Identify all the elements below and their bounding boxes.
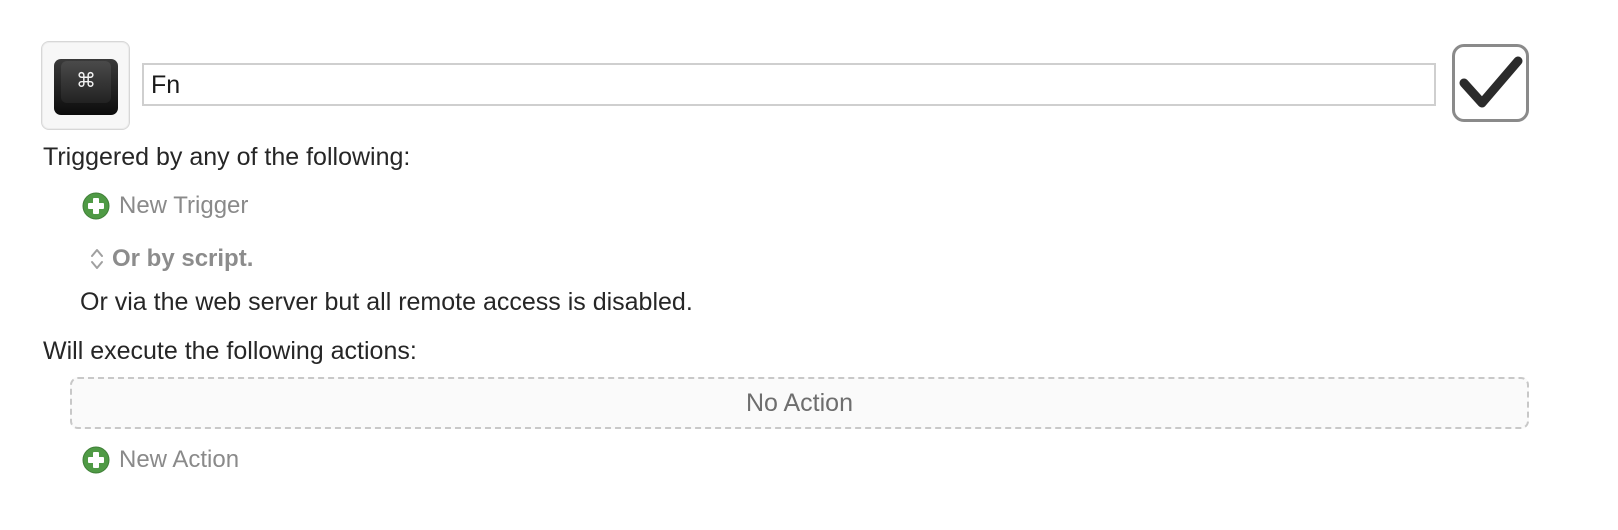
disclosure-updown-icon bbox=[91, 249, 103, 269]
new-action-button[interactable]: New Action bbox=[82, 446, 239, 474]
add-circle-icon bbox=[82, 446, 110, 474]
no-action-label: No Action bbox=[745, 388, 853, 417]
triggers-heading: Triggered by any of the following: bbox=[43, 143, 411, 171]
macro-editor: ⌘ Triggered by any of the following: New… bbox=[0, 0, 1618, 530]
svg-text:⌘: ⌘ bbox=[76, 68, 96, 92]
checkmark-icon bbox=[1459, 56, 1522, 108]
macro-icon-well[interactable]: ⌘ bbox=[41, 41, 130, 130]
or-by-script-label: Or by script. bbox=[112, 245, 254, 272]
add-circle-icon bbox=[82, 192, 110, 220]
new-trigger-button[interactable]: New Trigger bbox=[82, 192, 248, 220]
actions-heading: Will execute the following actions: bbox=[43, 337, 417, 365]
macro-enabled-checkbox[interactable] bbox=[1452, 44, 1529, 122]
web-server-note: Or via the web server but all remote acc… bbox=[80, 288, 693, 316]
new-trigger-label: New Trigger bbox=[119, 192, 249, 219]
command-keycap-icon: ⌘ bbox=[53, 58, 118, 115]
actions-drop-area[interactable]: No Action bbox=[70, 377, 1529, 429]
or-by-script-toggle[interactable]: Or by script. bbox=[88, 245, 253, 273]
macro-name-input[interactable] bbox=[142, 63, 1436, 106]
new-action-label: New Action bbox=[119, 446, 240, 473]
